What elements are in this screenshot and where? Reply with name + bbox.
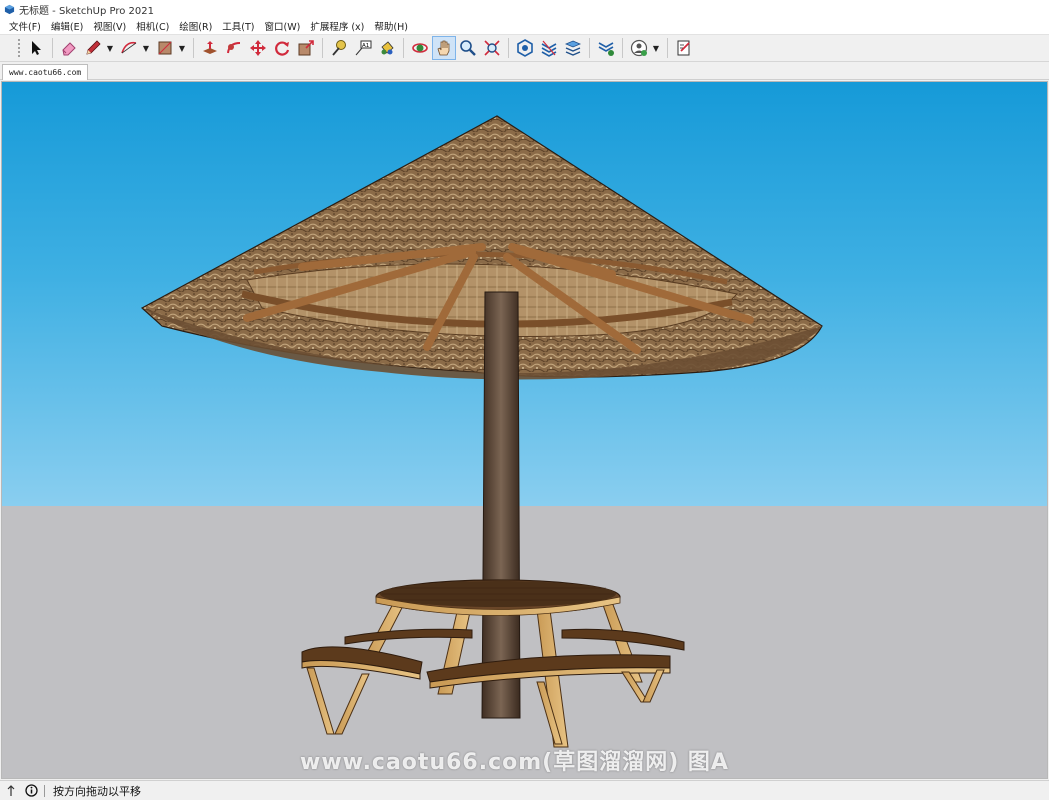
rectangle-tool-dropdown[interactable]: ▼ xyxy=(177,36,187,60)
toolbar-separator xyxy=(508,38,509,58)
move-tool-button[interactable] xyxy=(246,36,270,60)
eraser-tool-button[interactable] xyxy=(57,36,81,60)
send-to-layout-tool-button[interactable] xyxy=(672,36,696,60)
toolbar-separator xyxy=(403,38,404,58)
toolbar-separator xyxy=(322,38,323,58)
account-icon xyxy=(630,39,648,57)
account-dropdown[interactable]: ▼ xyxy=(651,36,661,60)
rectangle-tool-button[interactable] xyxy=(153,36,177,60)
scene-tab-bar: www.caotu66.com xyxy=(0,62,1049,80)
toolbar-separator xyxy=(667,38,668,58)
hand-icon xyxy=(437,40,450,56)
push-pull-tool-button[interactable] xyxy=(198,36,222,60)
rotate-tool-button[interactable] xyxy=(270,36,294,60)
account-tool-button[interactable] xyxy=(627,36,651,60)
menu-camera[interactable]: 相机(C) xyxy=(131,19,174,33)
geo-location-icon[interactable] xyxy=(4,784,18,798)
arrow-cursor-icon xyxy=(32,41,41,55)
toolbar-grip[interactable] xyxy=(17,38,21,58)
status-text: 按方向拖动以平移 xyxy=(53,784,141,798)
line-tool-button[interactable] xyxy=(81,36,105,60)
trimble-connect-tool-button[interactable] xyxy=(594,36,618,60)
extension-warehouse-icon xyxy=(541,40,557,57)
zoom-tool-button[interactable] xyxy=(456,36,480,60)
warehouse-tool-button[interactable] xyxy=(513,36,537,60)
pan-tool-button[interactable] xyxy=(432,36,456,60)
zoom-extents-icon xyxy=(484,40,500,56)
info-icon[interactable] xyxy=(24,784,38,798)
text-label-icon: A1 xyxy=(355,40,372,56)
title-bar: 无标题 - SketchUp Pro 2021 xyxy=(0,0,1049,18)
select-tool-button[interactable] xyxy=(24,36,48,60)
magnifier-icon xyxy=(460,40,476,56)
toolbar-separator xyxy=(193,38,194,58)
extension-warehouse-tool-button[interactable] xyxy=(537,36,561,60)
line-tool-dropdown[interactable]: ▼ xyxy=(105,36,115,60)
sketchup-logo-icon xyxy=(4,4,15,14)
status-bar: 按方向拖动以平移 xyxy=(0,780,1049,800)
main-toolbar: ▼ ▼ ▼ A1 ▼ xyxy=(0,34,1049,62)
orbit-tool-button[interactable] xyxy=(408,36,432,60)
orbit-icon xyxy=(412,43,428,53)
paint-bucket-icon xyxy=(381,41,394,55)
menu-help[interactable]: 帮助(H) xyxy=(369,19,413,33)
move-icon xyxy=(250,40,266,56)
watermark-text: www.caotu66.com(草图溜溜网) 图A xyxy=(300,750,729,775)
menu-view[interactable]: 视图(V) xyxy=(88,19,131,33)
text-tool-button[interactable]: A1 xyxy=(351,36,375,60)
pencil-icon xyxy=(86,40,101,55)
push-pull-icon xyxy=(203,41,217,54)
svg-text:A1: A1 xyxy=(362,43,369,49)
follow-me-icon xyxy=(227,42,241,54)
scale-tool-button[interactable] xyxy=(294,36,318,60)
rectangle-icon xyxy=(158,41,172,55)
menu-edit[interactable]: 编辑(E) xyxy=(46,19,88,33)
toolbar-separator xyxy=(589,38,590,58)
rotate-icon xyxy=(275,41,290,56)
menu-extensions[interactable]: 扩展程序 (x) xyxy=(305,19,369,33)
drawing-viewport[interactable]: www.caotu66.com(草图溜溜网) 图A xyxy=(1,81,1048,779)
scale-icon xyxy=(298,40,314,56)
menu-bar: 文件(F) 编辑(E) 视图(V) 相机(C) 绘图(R) 工具(T) 窗口(W… xyxy=(0,18,1049,34)
menu-tools[interactable]: 工具(T) xyxy=(217,19,259,33)
menu-window[interactable]: 窗口(W) xyxy=(260,19,306,33)
arc-tool-dropdown[interactable]: ▼ xyxy=(141,36,151,60)
layout-send-icon xyxy=(677,40,690,56)
warehouse-icon xyxy=(517,39,533,57)
sketchup-window: 无标题 - SketchUp Pro 2021 文件(F) 编辑(E) 视图(V… xyxy=(0,0,1049,800)
arc-tool-button[interactable] xyxy=(117,36,141,60)
toolbar-separator xyxy=(622,38,623,58)
tape-measure-icon xyxy=(332,40,346,56)
layers-icon xyxy=(564,40,582,56)
toolbar-separator xyxy=(52,38,53,58)
connect-icon xyxy=(598,42,614,56)
follow-me-tool-button[interactable] xyxy=(222,36,246,60)
zoom-extents-tool-button[interactable] xyxy=(480,36,504,60)
eraser-icon xyxy=(62,42,76,56)
scene-tab[interactable]: www.caotu66.com xyxy=(2,64,89,80)
status-divider xyxy=(44,784,45,797)
thatched-umbrella-table-model xyxy=(140,115,823,748)
window-title: 无标题 - SketchUp Pro 2021 xyxy=(19,5,154,17)
tape-measure-tool-button[interactable] xyxy=(327,36,351,60)
arc-icon xyxy=(121,41,137,54)
menu-file[interactable]: 文件(F) xyxy=(4,19,46,33)
paint-bucket-tool-button[interactable] xyxy=(375,36,399,60)
layout-tool-button[interactable] xyxy=(561,36,585,60)
menu-draw[interactable]: 绘图(R) xyxy=(174,19,217,33)
